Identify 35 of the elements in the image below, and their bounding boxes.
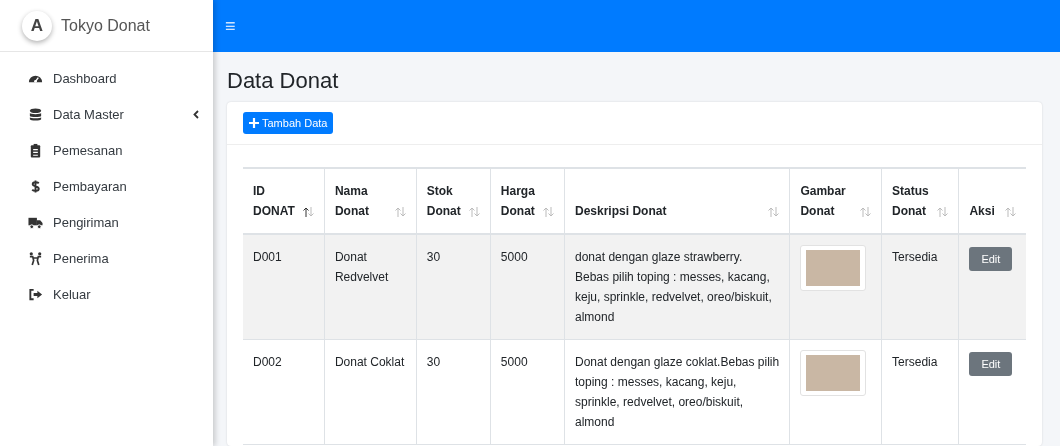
table-cell: Tersedia: [892, 355, 938, 369]
sort-icon[interactable]: [302, 207, 314, 217]
table-cell: Tersedia: [892, 250, 938, 264]
photo-placeholder: [800, 350, 867, 396]
table-cell: 5000: [500, 250, 528, 264]
sidebar-item[interactable]: Pengiriman: [0, 204, 213, 240]
table-cell: donat dengan glaze strawberry. Bebas pilih toping : messes, kacang, keju, sprinkle, redvelvet, oreo/biskuit, almond: [575, 250, 772, 324]
plus-icon: [249, 118, 259, 128]
table-cell: D001: [253, 250, 282, 264]
brand-logo: A: [22, 10, 52, 41]
table-cell: Donat Redvelvet: [334, 250, 389, 284]
database-icon: [28, 106, 43, 122]
column-header[interactable]: Deskripsi Donat: [575, 201, 667, 221]
sidebar-item[interactable]: Keluar: [0, 276, 213, 312]
sidebar-item[interactable]: Dashboard: [0, 60, 213, 96]
people-icon: [28, 250, 43, 266]
add-button[interactable]: Tambah Data: [243, 112, 334, 134]
table-cell: 5000: [500, 355, 528, 369]
clipboard-icon: [28, 142, 43, 158]
edit-button[interactable]: Edit: [969, 352, 1013, 376]
edit-button[interactable]: Edit: [969, 247, 1013, 271]
table-cell: Donat dengan glaze coklat.Bebas pilih toping : messes, kacang, keju, sprinkle, redvelvet, oreo/biskuit, almond: [575, 355, 780, 429]
table-cell: 30: [426, 355, 441, 369]
sidebar-item[interactable]: Penerima: [0, 240, 213, 276]
table-cell: 30: [426, 250, 441, 264]
brand-name[interactable]: Tokyo Donat: [61, 16, 150, 35]
sidebar-item[interactable]: Pemesanan: [0, 132, 213, 168]
sidebar-item[interactable]: Pembayaran: [0, 168, 213, 204]
page-title: Data Donat: [226, 67, 340, 95]
exit-icon: [28, 286, 43, 302]
photo-placeholder: [800, 245, 867, 291]
table-cell: D002: [253, 355, 282, 369]
table-cell: Donat Coklat: [334, 355, 405, 369]
sidebar-item[interactable]: Data Master: [0, 96, 213, 132]
column-header[interactable]: Aksi: [969, 201, 995, 221]
